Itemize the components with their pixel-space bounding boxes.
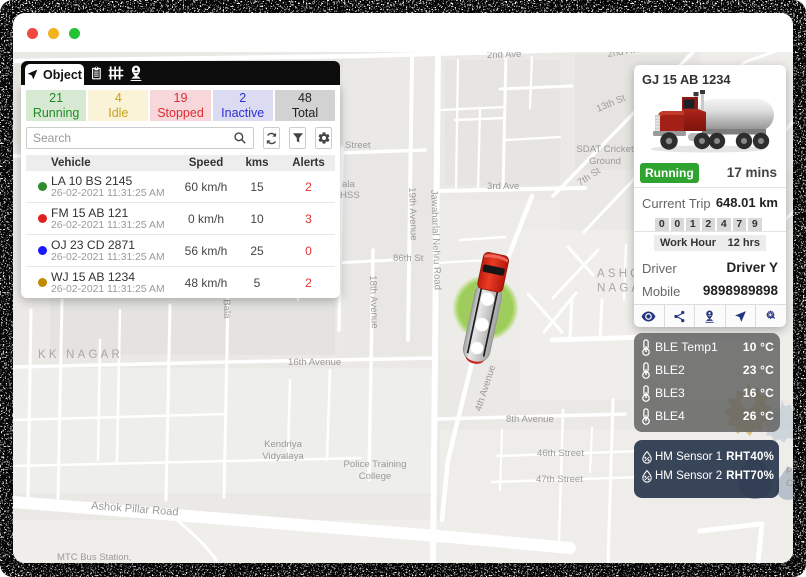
svg-text:Co: Co [786, 478, 793, 489]
svg-text:Street: Street [345, 140, 371, 151]
svg-text:KK NAGAR: KK NAGAR [38, 349, 123, 361]
svg-text:19th Avenue: 19th Avenue [406, 187, 419, 241]
svg-text:SDAT Cricket: SDAT Cricket [576, 144, 634, 155]
svg-text:46th Street: 46th Street [537, 448, 584, 459]
svg-text:Vidyalaya: Vidyalaya [262, 451, 304, 462]
svg-text:47th Street: 47th Street [536, 474, 583, 485]
svg-text:Po: Po [786, 466, 793, 477]
svg-text:HSS: HSS [340, 190, 360, 201]
svg-text:ala: ala [342, 179, 355, 190]
svg-text:2nd Ave: 2nd Ave [487, 52, 522, 61]
svg-text:MTC Bus Station,: MTC Bus Station, [57, 552, 131, 563]
svg-text:Police Training: Police Training [344, 459, 407, 470]
svg-text:8th Avenue: 8th Avenue [506, 414, 554, 425]
svg-text:16th Avenue: 16th Avenue [288, 357, 341, 368]
svg-text:3rd Ave: 3rd Ave [487, 181, 519, 192]
svg-text:Ground: Ground [589, 156, 621, 167]
svg-text:College: College [359, 471, 392, 482]
svg-text:Kendriya: Kendriya [264, 439, 303, 450]
svg-text:18th Avenue: 18th Avenue [367, 275, 380, 329]
svg-text:86th St: 86th St [393, 253, 424, 264]
svg-text:Bala: Bala [221, 299, 233, 319]
